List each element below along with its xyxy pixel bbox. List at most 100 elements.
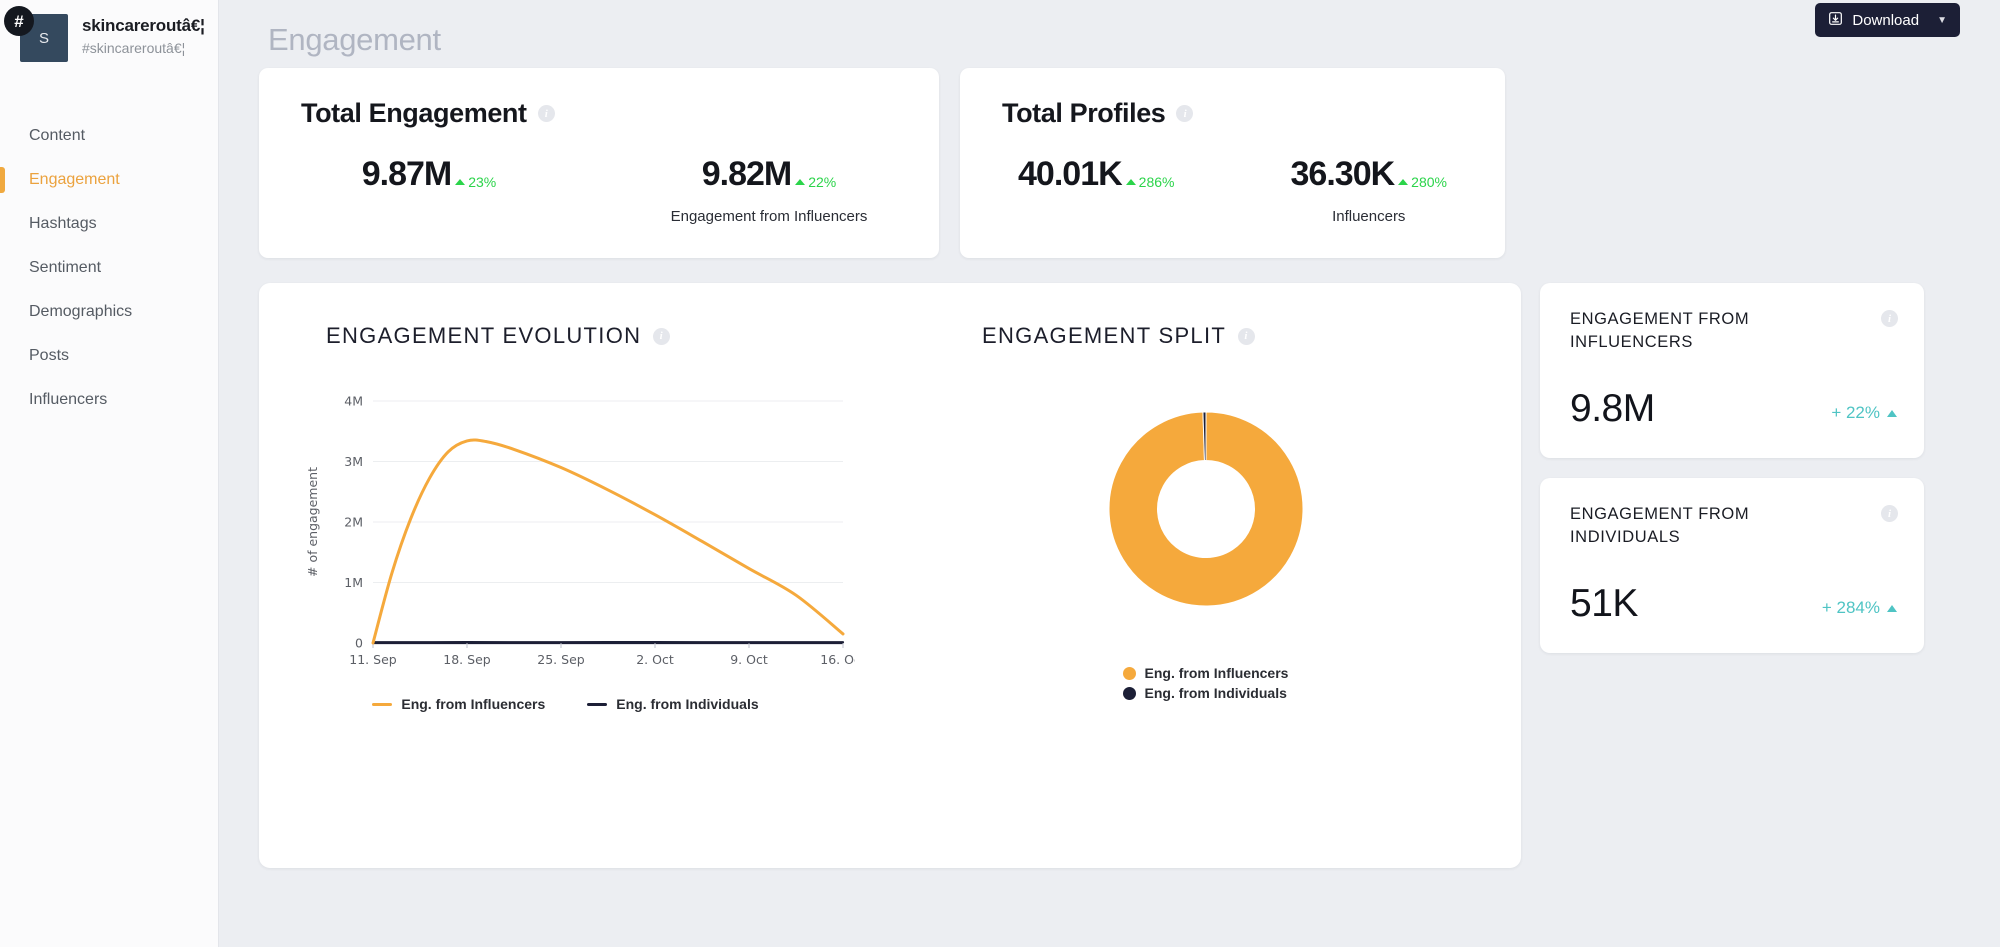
metric-value: 36.30K	[1290, 155, 1396, 193]
triangle-up-icon	[1398, 179, 1409, 185]
sidebar-item-label: Influencers	[29, 391, 108, 408]
triangle-up-icon	[455, 179, 466, 185]
side-card-engagement-from-individuals: ENGAGEMENT FROM INDIVIDUALS i 51K + 284%	[1540, 478, 1924, 653]
engagement-split-title: ENGAGEMENT SPLIT i	[890, 323, 1521, 349]
donut-chart: Eng. from Influencers Eng. from Individu…	[890, 379, 1521, 705]
download-label: Download	[1852, 11, 1920, 29]
svg-text:# of engagement: # of engagement	[305, 467, 320, 577]
svg-text:16. Oct: 16. Oct	[820, 652, 855, 667]
metric-sub: Engagement from Influencers	[670, 208, 868, 225]
svg-text:11. Sep: 11. Sep	[349, 652, 396, 667]
legend-item-influencers[interactable]: Eng. from Influencers	[372, 696, 545, 712]
kpi-card-total-profiles: Total Profiles i 40.01K 286% 36.30K 280%…	[960, 68, 1505, 258]
side-card-delta: + 22%	[1831, 403, 1897, 428]
sidebar-item-posts[interactable]: Posts	[0, 334, 218, 378]
metric-value: 9.87M	[361, 155, 452, 193]
kpi-metrics: 9.87M 23% 9.82M 22% Engagement from Infl…	[259, 155, 939, 225]
legend-swatch	[1122, 686, 1136, 700]
chevron-down-icon: ▼	[1937, 14, 1947, 26]
chart-title-text: ENGAGEMENT EVOLUTION	[326, 323, 642, 348]
metric-sub: Influencers	[1332, 208, 1406, 225]
chart-title-text: ENGAGEMENT SPLIT	[982, 323, 1227, 348]
side-kpi-column: ENGAGEMENT FROM INFLUENCERS i 9.8M + 22%…	[1540, 283, 1924, 868]
triangle-up-icon	[1125, 179, 1136, 185]
engagement-split-panel: ENGAGEMENT SPLIT i Eng. from Influencers	[890, 323, 1521, 868]
svg-text:25. Sep: 25. Sep	[537, 652, 584, 667]
kpi-card-title: Total Engagement i	[259, 98, 939, 129]
sidebar-item-sentiment[interactable]: Sentiment	[0, 246, 218, 290]
side-card-delta-text: + 284%	[1821, 598, 1880, 617]
donut-chart-svg	[1108, 411, 1303, 607]
metric-influencers: 36.30K 280% Influencers	[1233, 155, 1506, 225]
side-card-bottom: 9.8M + 22%	[1570, 389, 1897, 428]
svg-text:18. Sep: 18. Sep	[443, 652, 490, 667]
side-card-engagement-from-influencers: ENGAGEMENT FROM INFLUENCERS i 9.8M + 22%	[1540, 283, 1924, 458]
metric-delta: 286%	[1125, 174, 1175, 190]
kpi-metrics: 40.01K 286% 36.30K 280% Influencers	[960, 155, 1505, 225]
sidebar-item-content[interactable]: Content	[0, 114, 218, 158]
metric-delta-text: 286%	[1138, 174, 1175, 190]
metric-delta-text: 280%	[1411, 174, 1447, 190]
legend-item-individuals[interactable]: Eng. from Individuals	[587, 696, 759, 712]
lower-section: ENGAGEMENT EVOLUTION i 0 1M 2M 3M 4M 11. Sep 1…	[259, 283, 1960, 868]
metric-total-profiles: 40.01K 286%	[960, 155, 1233, 225]
svg-text:2. Oct: 2. Oct	[636, 652, 674, 667]
brand-text: skincareroutâ€¦ #skincareroutâ€¦	[68, 14, 205, 56]
line-chart-legend: Eng. from Influencers Eng. from Individu…	[259, 696, 890, 712]
info-icon[interactable]: i	[1881, 505, 1898, 522]
metric-value: 40.01K	[1018, 155, 1123, 193]
sidebar-item-label: Sentiment	[29, 259, 102, 276]
svg-text:0: 0	[355, 636, 363, 651]
svg-text:4M: 4M	[344, 394, 363, 409]
sidebar-item-hashtags[interactable]: Hashtags	[0, 202, 218, 246]
sidebar-item-demographics[interactable]: Demographics	[0, 290, 218, 334]
svg-text:9. Oct: 9. Oct	[730, 652, 768, 667]
sidebar-item-label: Engagement	[29, 171, 120, 188]
legend-label: Eng. from Individuals	[616, 696, 759, 712]
info-icon[interactable]: i	[537, 105, 555, 122]
side-card-title: ENGAGEMENT FROM INDIVIDUALS	[1570, 505, 1750, 547]
triangle-up-icon	[795, 179, 806, 185]
legend-swatch	[1122, 666, 1136, 680]
sidebar-item-label: Demographics	[29, 303, 133, 320]
brand-name: skincareroutâ€¦	[82, 16, 205, 35]
sidebar: # S skincareroutâ€¦ #skincareroutâ€¦ Con…	[0, 0, 219, 947]
charts-card: ENGAGEMENT EVOLUTION i 0 1M 2M 3M 4M 11. Sep 1…	[259, 283, 1521, 868]
kpi-title-text: Total Engagement	[301, 98, 527, 128]
sidebar-item-engagement[interactable]: Engagement	[0, 158, 218, 202]
app-root: # S skincareroutâ€¦ #skincareroutâ€¦ Con…	[0, 0, 2000, 947]
side-card-title: ENGAGEMENT FROM INFLUENCERS	[1570, 310, 1750, 352]
triangle-up-icon	[1887, 409, 1897, 417]
legend-swatch	[372, 702, 393, 706]
svg-text:1M: 1M	[344, 575, 363, 590]
info-icon[interactable]: i	[653, 327, 671, 345]
metric-delta-text: 22%	[808, 174, 837, 190]
svg-text:3M: 3M	[344, 454, 363, 469]
info-icon[interactable]: i	[1881, 310, 1898, 327]
legend-item-individuals[interactable]: Eng. from Individuals	[1122, 685, 1289, 701]
avatar: # S	[4, 6, 68, 62]
side-card-value: 51K	[1570, 582, 1638, 625]
engagement-evolution-panel: ENGAGEMENT EVOLUTION i 0 1M 2M 3M 4M 11. Sep 1…	[259, 323, 890, 868]
download-icon	[1828, 11, 1843, 30]
legend-item-influencers[interactable]: Eng. from Influencers	[1122, 665, 1288, 681]
legend-label: Eng. from Influencers	[401, 696, 546, 712]
sidebar-nav: Content Engagement Hashtags Sentiment De…	[0, 114, 218, 422]
metric-delta: 280%	[1398, 174, 1447, 190]
metric-total-engagement: 9.87M 23%	[259, 155, 599, 225]
donut-legend: Eng. from Influencers Eng. from Individu…	[1122, 665, 1289, 705]
metric-engagement-from-influencers: 9.82M 22% Engagement from Influencers	[599, 155, 939, 225]
brand-block[interactable]: # S skincareroutâ€¦ #skincareroutâ€¦	[0, 0, 218, 62]
download-button[interactable]: Download ▼	[1815, 3, 1960, 37]
kpi-card-title: Total Profiles i	[960, 98, 1505, 129]
sidebar-item-influencers[interactable]: Influencers	[0, 378, 218, 422]
kpi-row: Total Engagement i 9.87M 23% 9.82M 22% E…	[259, 68, 1960, 258]
page-title: Engagement	[268, 22, 441, 57]
metric-delta: 23%	[455, 174, 496, 190]
svg-text:2M: 2M	[344, 515, 363, 530]
info-icon[interactable]: i	[1238, 327, 1256, 345]
engagement-evolution-title: ENGAGEMENT EVOLUTION i	[259, 323, 890, 349]
side-card-value: 9.8M	[1570, 387, 1655, 430]
legend-swatch	[587, 702, 608, 706]
info-icon[interactable]: i	[1176, 105, 1194, 122]
